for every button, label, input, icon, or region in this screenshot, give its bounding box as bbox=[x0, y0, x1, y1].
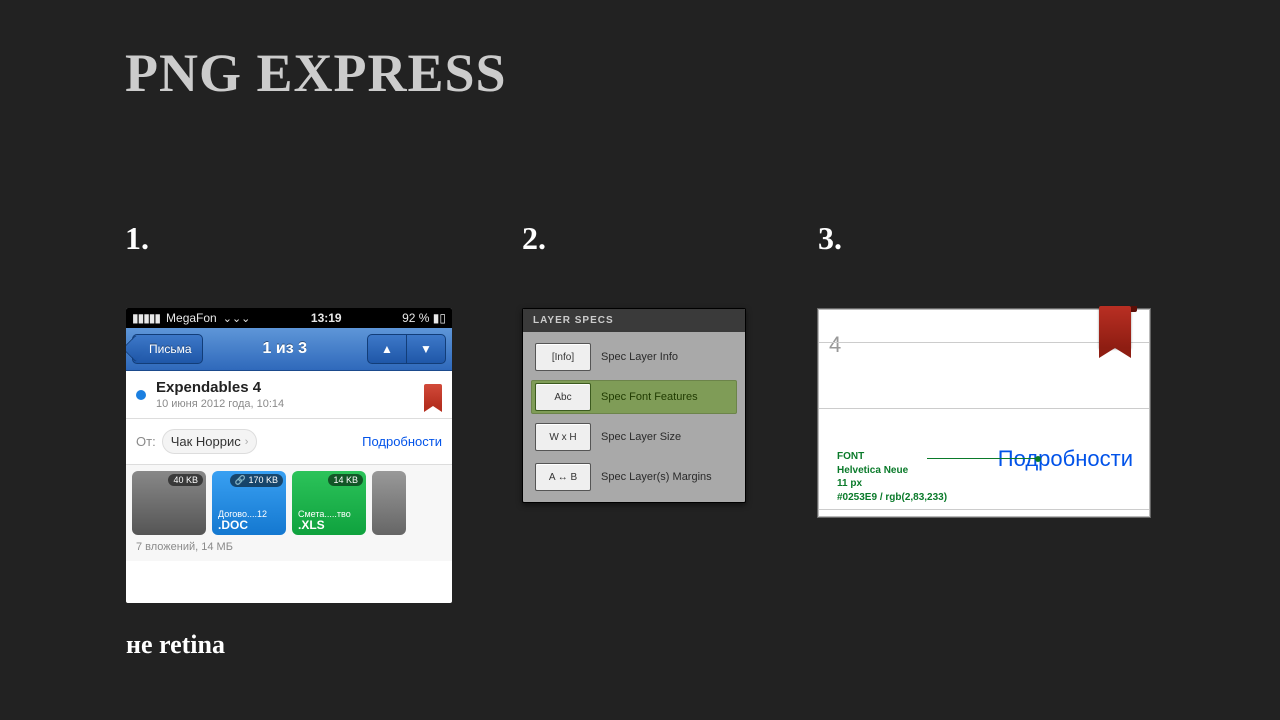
spec-button[interactable]: [Info] bbox=[535, 343, 591, 371]
signal-icon: ▮▮▮▮▮ bbox=[132, 311, 160, 325]
spec-meta-heading: FONT bbox=[837, 450, 947, 464]
nav-bar: Письма 1 из 3 ▲ ▼ bbox=[126, 328, 452, 371]
chevron-right-icon: › bbox=[245, 436, 249, 448]
spec-button[interactable]: W x H bbox=[535, 423, 591, 451]
spec-meta-size: 11 px bbox=[837, 477, 947, 491]
spec-sample-text: Подробности bbox=[998, 446, 1133, 472]
footnote: не retina bbox=[126, 630, 225, 660]
slide-title: PNG EXPRESS bbox=[125, 42, 507, 104]
attachment-thumb[interactable]: 14 KB Смета.....тво .XLS bbox=[292, 471, 366, 535]
message-subject: Expendables 4 bbox=[156, 379, 284, 396]
message-date: 10 июня 2012 года, 10:14 bbox=[156, 398, 284, 410]
attachments-row: 40 KB 🔗 170 KB Догово....12 .DOC 14 KB С… bbox=[126, 465, 452, 537]
spec-output: 4 Подробности FONT Helvetica Neue 11 px … bbox=[818, 309, 1150, 517]
spec-row-margins[interactable]: A ↔ B Spec Layer(s) Margins bbox=[531, 460, 737, 494]
spec-button[interactable]: Abc bbox=[535, 383, 591, 411]
sender-chip[interactable]: Чак Норрис › bbox=[162, 429, 258, 454]
spec-meta-color: #0253E9 / rgb(2,83,233) bbox=[837, 491, 947, 505]
sender-name: Чак Норрис bbox=[171, 434, 241, 449]
spec-row-label: Spec Layer Info bbox=[601, 351, 678, 363]
step-label-2: 2. bbox=[522, 220, 546, 257]
wifi-icon: ⌄⌄⌄ bbox=[223, 312, 251, 325]
from-label: От: bbox=[136, 434, 156, 449]
unread-dot-icon bbox=[136, 390, 146, 400]
spec-row-label: Spec Layer(s) Margins bbox=[601, 471, 712, 483]
nav-title: 1 из 3 bbox=[209, 340, 361, 358]
step-label-1: 1. bbox=[125, 220, 149, 257]
divider bbox=[819, 509, 1149, 510]
spec-row-label: Spec Layer Size bbox=[601, 431, 681, 443]
nav-arrows: ▲ ▼ bbox=[367, 334, 446, 364]
spec-row-label: Spec Font Features bbox=[601, 391, 698, 403]
back-button[interactable]: Письма bbox=[132, 334, 203, 364]
spec-meta-family: Helvetica Neue bbox=[837, 464, 947, 478]
attachment-ext: .DOC bbox=[218, 518, 248, 532]
next-message-button[interactable]: ▼ bbox=[407, 334, 446, 364]
phone-screenshot: ▮▮▮▮▮ MegaFon ⌄⌄⌄ 13:19 92 % ▮▯ Письма 1… bbox=[126, 308, 452, 603]
spec-meta-block: FONT Helvetica Neue 11 px #0253E9 / rgb(… bbox=[837, 450, 947, 504]
status-bar: ▮▮▮▮▮ MegaFon ⌄⌄⌄ 13:19 92 % ▮▯ bbox=[126, 308, 452, 328]
attachment-thumb[interactable] bbox=[372, 471, 406, 535]
from-row: От: Чак Норрис › Подробности bbox=[126, 419, 452, 465]
prev-message-button[interactable]: ▲ bbox=[367, 334, 407, 364]
attachment-ext: .XLS bbox=[298, 518, 325, 532]
attachment-thumb[interactable]: 40 KB bbox=[132, 471, 206, 535]
attachment-size: 14 KB bbox=[328, 474, 363, 486]
attachment-thumb[interactable]: 🔗 170 KB Догово....12 .DOC bbox=[212, 471, 286, 535]
status-time: 13:19 bbox=[256, 311, 396, 325]
attachment-size: 40 KB bbox=[168, 474, 203, 486]
spec-button[interactable]: A ↔ B bbox=[535, 463, 591, 491]
attachment-size: 🔗 170 KB bbox=[230, 474, 283, 487]
divider bbox=[819, 408, 1149, 409]
flag-icon bbox=[424, 384, 442, 406]
slide: PNG EXPRESS 1. 2. 3. ▮▮▮▮▮ MegaFon ⌄⌄⌄ 1… bbox=[0, 0, 1280, 720]
panel-header: LAYER SPECS bbox=[523, 309, 745, 332]
battery-label: 92 % ▮▯ bbox=[402, 311, 446, 325]
carrier-label: MegaFon bbox=[166, 311, 217, 325]
corner-digit: 4 bbox=[829, 332, 841, 358]
step-label-3: 3. bbox=[818, 220, 842, 257]
spec-row-font[interactable]: Abc Spec Font Features bbox=[531, 380, 737, 414]
pngexpress-panel: LAYER SPECS [Info] Spec Layer Info Abc S… bbox=[522, 308, 746, 503]
spec-row-info[interactable]: [Info] Spec Layer Info bbox=[531, 340, 737, 374]
message-header: Expendables 4 10 июня 2012 года, 10:14 bbox=[126, 371, 452, 419]
ribbon-icon bbox=[1099, 306, 1131, 348]
attachments-meta: 7 вложений, 14 МБ bbox=[126, 537, 452, 561]
panel-body: [Info] Spec Layer Info Abc Spec Font Fea… bbox=[523, 332, 745, 502]
spec-row-size[interactable]: W x H Spec Layer Size bbox=[531, 420, 737, 454]
details-link[interactable]: Подробности bbox=[362, 434, 442, 449]
